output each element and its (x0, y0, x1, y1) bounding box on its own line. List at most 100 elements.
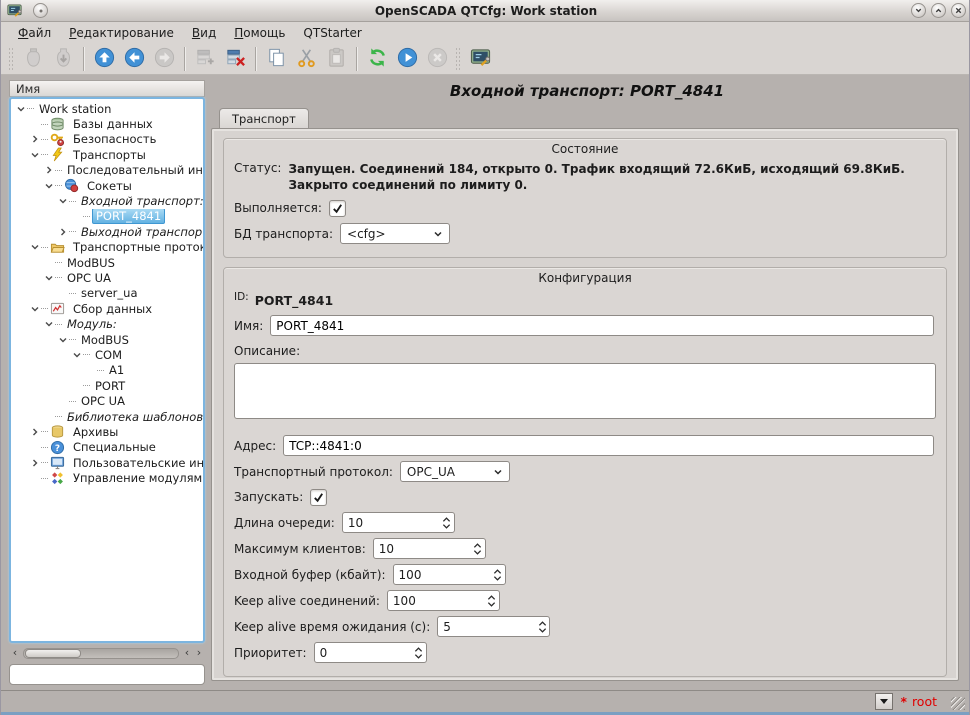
tab-transport[interactable]: Транспорт (219, 108, 309, 129)
tree-item-server_ua[interactable]: server_ua (11, 286, 203, 301)
tree-item-com[interactable]: COM (11, 347, 203, 362)
tree-filter-input[interactable] (9, 664, 205, 685)
resize-grip[interactable] (951, 697, 965, 710)
spin-arrows-icon[interactable] (485, 594, 499, 608)
expander-open-icon[interactable] (57, 196, 69, 206)
toolbar-separator (255, 47, 256, 71)
tree-item-port[interactable]: PORT (11, 378, 203, 393)
tree-item-транспорты[interactable]: Транспорты (11, 147, 203, 162)
refresh-button[interactable] (363, 45, 391, 73)
tree-item-label: OPC UA (78, 394, 128, 408)
maximize-button[interactable] (931, 3, 946, 18)
tree-item-modbus[interactable]: ModBUS (11, 255, 203, 270)
chevron-down-icon (433, 229, 443, 239)
tree-item-безопасность[interactable]: Безопасность (11, 132, 203, 147)
tree-item-модуль[interactable]: Модуль: (11, 316, 203, 331)
input-buffer-spinbox[interactable]: 100 (393, 564, 506, 585)
max-clients-spinbox[interactable]: 10 (373, 538, 486, 559)
cut-button[interactable] (292, 45, 320, 73)
config-page: Входной транспорт: PORT_4841 Транспорт С… (211, 75, 963, 687)
tree-item-входной-транспорт[interactable]: Входной транспорт: (11, 193, 203, 208)
priority-spinbox[interactable]: 0 (314, 642, 427, 663)
tree-item-базы-данных[interactable]: Базы данных (11, 116, 203, 131)
expander-closed-icon[interactable] (29, 458, 41, 468)
minimize-button[interactable] (911, 3, 926, 18)
spin-arrows-icon[interactable] (440, 516, 454, 530)
tree-item-work-station[interactable]: Work station (11, 101, 203, 116)
expander-open-icon[interactable] (29, 150, 41, 160)
tree-item-opc-ua[interactable]: OPC UA (11, 393, 203, 408)
running-checkbox[interactable] (329, 200, 346, 217)
item-del-button[interactable] (221, 45, 249, 73)
tree-item-выходной-транспорт[interactable]: Выходной транспорт: (11, 224, 203, 239)
expander-open-icon[interactable] (57, 335, 69, 345)
scroll-right-icon[interactable]: › (193, 647, 205, 659)
expander-open-icon[interactable] (43, 273, 55, 283)
expander-closed-icon[interactable] (29, 427, 41, 437)
address-input[interactable] (283, 435, 934, 456)
tree-item-port_4841[interactable]: PORT_4841 (11, 209, 203, 224)
expander-open-icon[interactable] (43, 319, 55, 329)
spin-arrows-icon[interactable] (412, 646, 426, 660)
name-input[interactable] (270, 315, 934, 336)
expander-open-icon[interactable] (43, 181, 55, 191)
expander-open-icon[interactable] (15, 104, 27, 114)
copy-button[interactable] (262, 45, 290, 73)
tree-item-библиотека-шаблонов[interactable]: Библиотека шаблонов: (11, 409, 203, 424)
menu-qtstarter[interactable]: QTStarter (294, 24, 370, 42)
spin-arrows-icon[interactable] (491, 568, 505, 582)
tree-item-специальные[interactable]: ?Специальные (11, 440, 203, 455)
description-textarea[interactable] (234, 363, 936, 419)
up-button[interactable] (90, 45, 118, 73)
close-button[interactable] (951, 3, 966, 18)
scroll-left2-icon[interactable]: ‹ (181, 647, 193, 659)
menu-help[interactable]: Помощь (225, 24, 294, 42)
stop-button (423, 45, 451, 73)
tree-item-label: A1 (106, 363, 127, 377)
tree-item-последовательный-интерфейс[interactable]: Последовательный интерфейс (11, 163, 203, 178)
expander-open-icon[interactable] (29, 242, 41, 252)
start-button[interactable] (393, 45, 421, 73)
tree-item-a1[interactable]: A1 (11, 363, 203, 378)
tree-item-пользовательские-интерфейсы[interactable]: Пользовательские интерфейсы (11, 455, 203, 470)
transport-db-combobox[interactable]: <cfg> (340, 223, 450, 244)
tree-item-транспортные-протоколы[interactable]: Транспортные протоколы (11, 240, 203, 255)
start-checkbox[interactable] (310, 489, 327, 506)
chevron-down-icon (493, 467, 503, 477)
tree-horizontal-scrollbar[interactable]: ‹ ‹ › (9, 646, 205, 660)
expander-open-icon[interactable] (29, 304, 41, 314)
expander-closed-icon[interactable] (57, 227, 69, 237)
back-button[interactable] (120, 45, 148, 73)
scroll-left-icon[interactable]: ‹ (9, 647, 21, 659)
expander-closed-icon[interactable] (29, 134, 41, 144)
spin-arrows-icon[interactable] (535, 620, 549, 634)
scrollbar-track[interactable] (23, 648, 179, 659)
menu-file[interactable]: Файл (9, 24, 60, 42)
tree-item-label: ModBUS (78, 333, 132, 347)
spin-arrows-icon[interactable] (471, 542, 485, 556)
pin-button[interactable] (33, 3, 48, 18)
status-dropdown-button[interactable] (875, 693, 893, 710)
menu-view[interactable]: Вид (183, 24, 225, 42)
qtstarter-button[interactable] (466, 45, 494, 73)
keepalive-timeout-spinbox[interactable]: 5 (437, 616, 550, 637)
scrollbar-thumb[interactable] (25, 649, 81, 658)
toolbar-separator (356, 47, 357, 71)
expander-open-icon[interactable] (71, 350, 83, 360)
tree-item-управление-модулями[interactable]: Управление модулями (11, 470, 203, 485)
forward-icon (153, 46, 176, 72)
menu-edit[interactable]: Редактирование (60, 24, 183, 42)
tree-item-opc-ua[interactable]: OPC UA (11, 270, 203, 285)
tree-item-label: Сокеты (84, 179, 135, 193)
app-icon (6, 2, 23, 19)
queue-length-spinbox[interactable]: 10 (342, 512, 455, 533)
tree-item-архивы[interactable]: Архивы (11, 424, 203, 439)
queue-length-label: Длина очереди: (234, 516, 335, 530)
tree-item-сокеты[interactable]: Сокеты (11, 178, 203, 193)
expander-closed-icon[interactable] (43, 165, 55, 175)
protocol-combobox[interactable]: OPC_UA (400, 461, 510, 482)
tree-item-modbus[interactable]: ModBUS (11, 332, 203, 347)
tree-item-сбор-данных[interactable]: Сбор данных (11, 301, 203, 316)
toolbar-handle (455, 47, 462, 71)
keepalive-connections-spinbox[interactable]: 100 (387, 590, 500, 611)
